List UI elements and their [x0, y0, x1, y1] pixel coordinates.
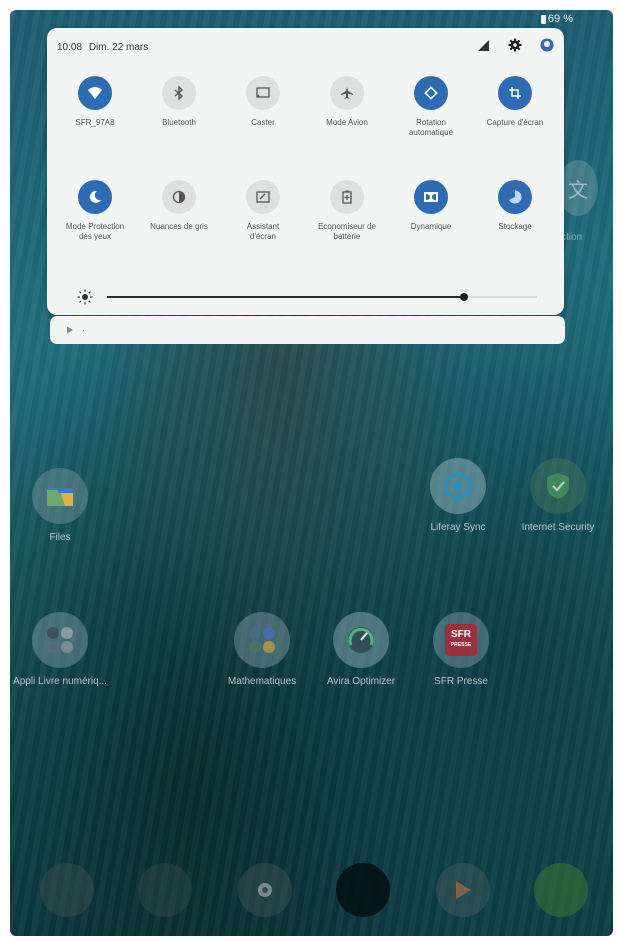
- dock-camera-icon[interactable]: [336, 863, 390, 917]
- app-avira-optimizer[interactable]: Avira Optimizer: [306, 612, 416, 687]
- dock-messages-icon[interactable]: [534, 863, 588, 917]
- battery-icon: [540, 14, 546, 24]
- storage-icon: [498, 180, 532, 214]
- tile-bluetooth[interactable]: Bluetooth: [137, 76, 221, 128]
- app-label: SFR Presse: [434, 676, 488, 687]
- tile-label: Assistant d'écran: [246, 222, 280, 241]
- date: Dim. 22 mars: [88, 42, 149, 53]
- tile-label: Bluetooth: [162, 118, 196, 127]
- grayscale-icon: [162, 180, 196, 214]
- files-icon: [32, 468, 88, 524]
- cast-icon: [246, 76, 280, 110]
- notification-text: ·: [82, 325, 85, 335]
- wifi-icon: [78, 76, 112, 110]
- tablet-screen: 69 % 文 ction 10:08 Dim. 22 mars SFR_97A8: [10, 10, 613, 936]
- app-label: Internet Security: [521, 522, 595, 533]
- tile-grayscale[interactable]: Nuances de gris: [137, 180, 221, 232]
- app-liferay-sync[interactable]: Liferay Sync: [403, 458, 513, 533]
- app-label: Appli Livre numériq...: [13, 676, 107, 687]
- dolby-icon: [414, 180, 448, 214]
- app-internet-security[interactable]: Internet Security: [503, 458, 613, 533]
- user-avatar-icon[interactable]: [540, 38, 554, 52]
- app-label: Liferay Sync: [430, 522, 486, 533]
- qs-header-actions: [476, 38, 554, 52]
- tile-label: Rotation automatique: [408, 118, 454, 137]
- battery-saver-icon: [330, 180, 364, 214]
- brightness-slider[interactable]: [71, 289, 541, 305]
- play-store-icon: [67, 326, 73, 334]
- app-sfr-presse[interactable]: SFR PRESSE SFR Presse: [406, 612, 516, 687]
- app-folder-livre[interactable]: Appli Livre numériq...: [10, 612, 115, 687]
- app-files[interactable]: Files: [10, 468, 115, 543]
- screen-assistant-icon: [246, 180, 280, 214]
- tile-dynamic[interactable]: Dynamique: [389, 180, 473, 232]
- sfr-logo-text: SFR: [451, 629, 471, 640]
- tile-label: Dynamique: [410, 222, 452, 231]
- tile-storage[interactable]: Stockage: [473, 180, 557, 232]
- tile-screen-assistant[interactable]: Assistant d'écran: [221, 180, 305, 242]
- dock-apps-folder-icon[interactable]: [138, 863, 192, 917]
- tile-rotation[interactable]: Rotation automatique: [389, 76, 473, 138]
- speedometer-icon: [333, 612, 389, 668]
- dock-google-folder-icon[interactable]: [40, 863, 94, 917]
- presse-logo-text: PRESSE: [450, 642, 472, 648]
- quick-settings-panel: 10:08 Dim. 22 mars SFR_97A8 Bluetooth Ca…: [47, 28, 564, 315]
- tile-airplane[interactable]: Mode Avion: [305, 76, 389, 128]
- folder-icon: [32, 612, 88, 668]
- tile-label: SFR_97A8: [75, 118, 115, 127]
- qs-clock: 10:08 Dim. 22 mars: [57, 42, 152, 53]
- dock-settings-icon[interactable]: [238, 863, 292, 917]
- tile-battery-saver[interactable]: Economiseur de batterie: [305, 180, 389, 242]
- tile-label: Caster: [251, 118, 275, 127]
- rotation-icon: [414, 76, 448, 110]
- time: 10:08: [57, 42, 83, 53]
- status-bar: 69 %: [540, 10, 573, 28]
- sun-icon: [77, 289, 93, 305]
- tile-label: Economiseur de batterie: [318, 222, 376, 241]
- partial-app-label: ction: [561, 232, 583, 243]
- battery-level: 69 %: [547, 13, 573, 25]
- moon-icon: [78, 180, 112, 214]
- crop-icon: [498, 76, 532, 110]
- liferay-sync-icon: [430, 458, 486, 514]
- brightness-track[interactable]: [107, 293, 537, 301]
- shield-check-icon: [530, 458, 586, 514]
- dock-play-store-icon[interactable]: [436, 863, 490, 917]
- tile-label: Nuances de gris: [150, 222, 208, 231]
- tile-label: Mode Avion: [326, 118, 368, 127]
- tile-eye-protection[interactable]: Mode Protection des yeux: [53, 180, 137, 242]
- tile-label: Mode Protection des yeux: [65, 222, 125, 241]
- notification-bar[interactable]: ·: [50, 316, 565, 344]
- brightness-thumb[interactable]: [459, 293, 468, 301]
- app-label: Files: [49, 532, 71, 543]
- brightness-fill: [107, 296, 464, 298]
- signal-edit-icon[interactable]: [476, 38, 490, 52]
- translate-icon[interactable]: 文: [558, 160, 598, 216]
- airplane-icon: [330, 76, 364, 110]
- folder-icon: [234, 612, 290, 668]
- gear-icon[interactable]: [508, 38, 522, 52]
- tile-cast[interactable]: Caster: [221, 76, 305, 128]
- tile-screenshot[interactable]: Capture d'écran: [473, 76, 557, 128]
- tile-wifi[interactable]: SFR_97A8: [53, 76, 137, 128]
- tile-label: Stockage: [498, 222, 532, 231]
- tile-label: Capture d'écran: [486, 118, 544, 127]
- sfr-presse-icon: SFR PRESSE: [433, 612, 489, 668]
- app-label: Avira Optimizer: [326, 676, 396, 687]
- app-label: Mathematiques: [227, 676, 297, 687]
- bluetooth-icon: [162, 76, 196, 110]
- app-folder-mathematiques[interactable]: Mathematiques: [207, 612, 317, 687]
